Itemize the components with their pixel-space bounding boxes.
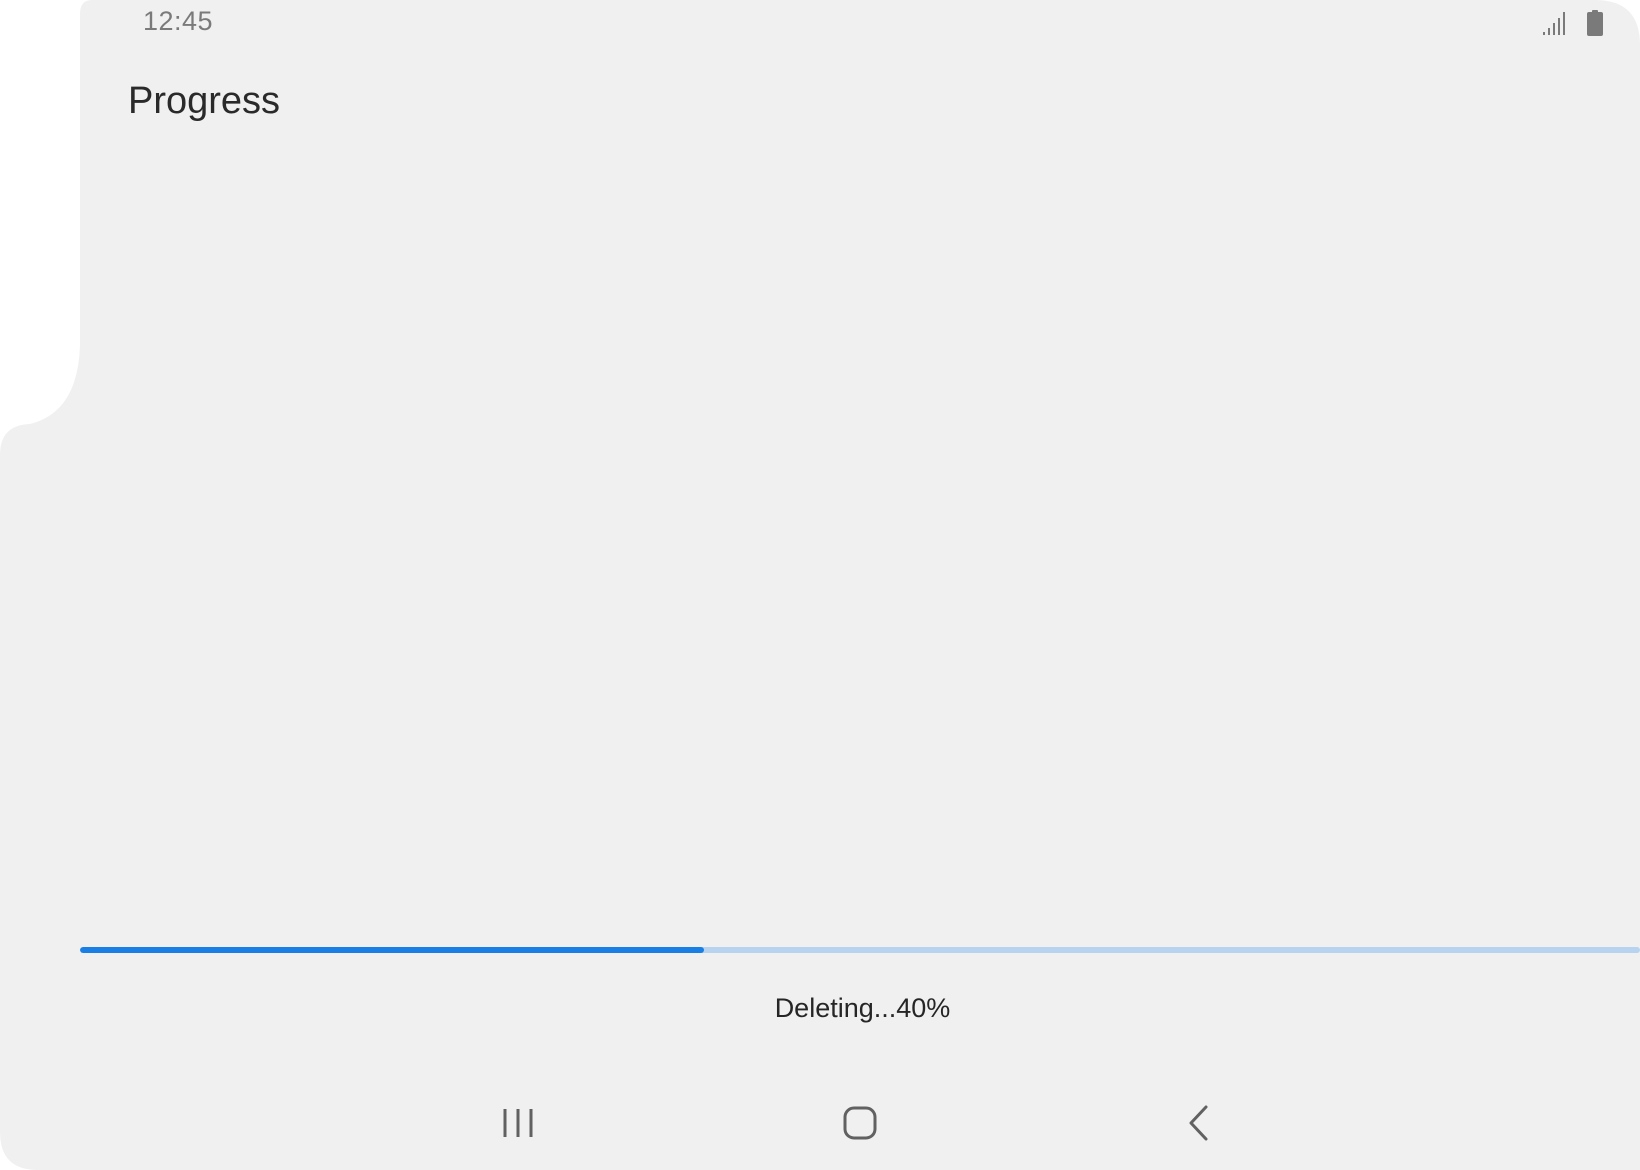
home-icon — [843, 1106, 877, 1139]
recents-button[interactable] — [478, 1090, 558, 1155]
navigation-bar — [0, 1090, 1640, 1155]
progress-label: Deleting...40% — [774, 993, 951, 1023]
home-button[interactable] — [820, 1090, 900, 1155]
page-title: Progress — [128, 80, 281, 122]
device-screen: 12:45 Progress Deleting...40% — [0, 0, 1640, 1170]
progress-bar-fill — [80, 947, 704, 953]
progress-bar — [80, 947, 1640, 953]
battery-icon — [1587, 10, 1603, 36]
status-icons — [1542, 10, 1604, 36]
back-button[interactable] — [1160, 1090, 1240, 1155]
back-icon — [1189, 1105, 1208, 1140]
status-time: 12:45 — [143, 6, 214, 36]
recents-icon — [503, 1108, 533, 1137]
signal-icon — [1543, 12, 1565, 35]
